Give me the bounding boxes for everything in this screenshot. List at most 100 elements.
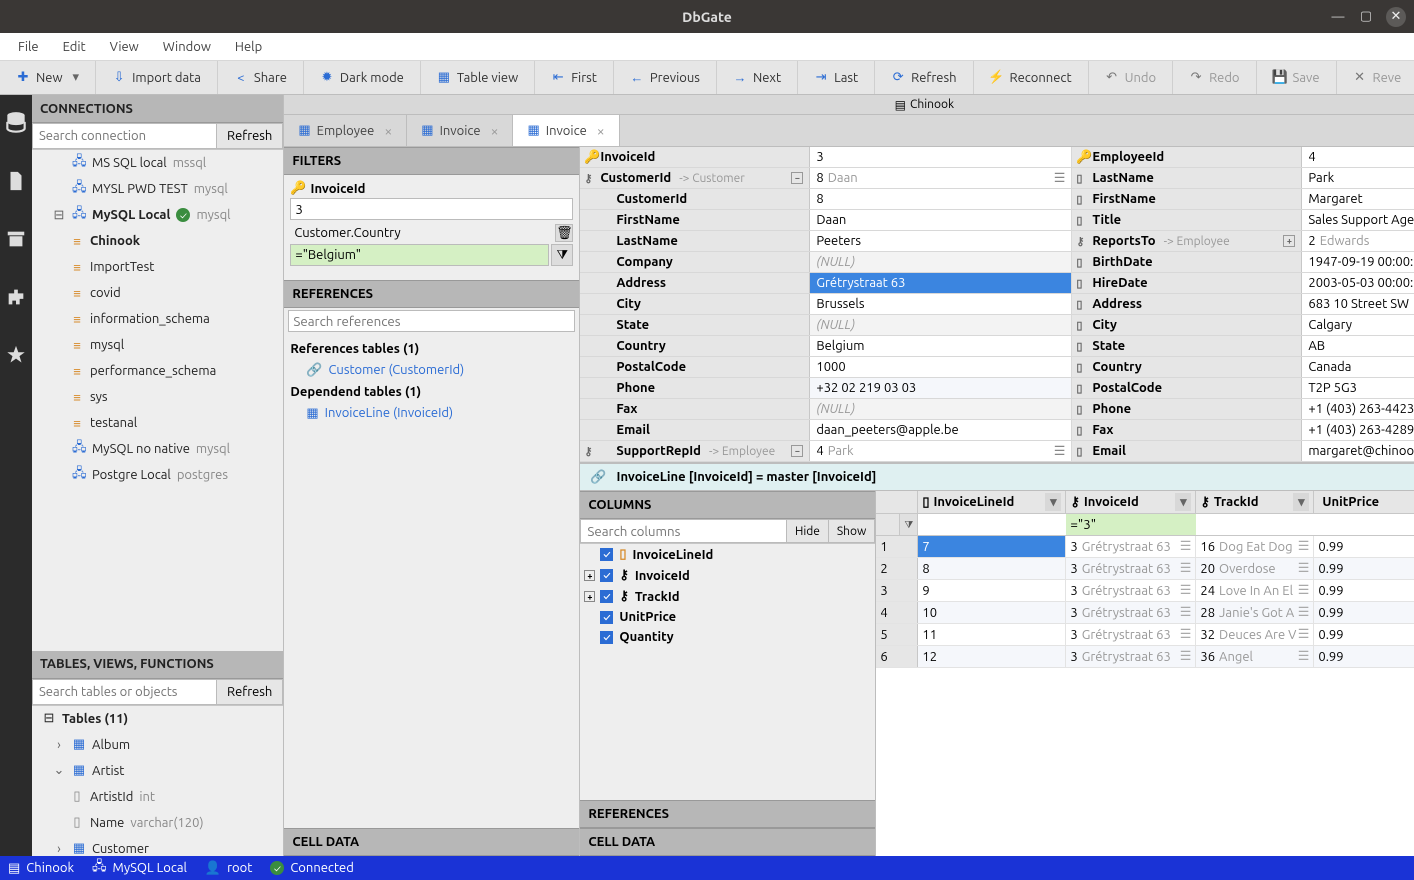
grid-header[interactable]: UnitPrice▾ bbox=[1314, 491, 1414, 513]
detail-row[interactable]: LastNamePeeters bbox=[580, 231, 1072, 252]
checkbox-icon[interactable]: ✓ bbox=[600, 631, 613, 644]
chevron-down-icon[interactable]: ▾ bbox=[1045, 493, 1061, 511]
grid-rownum[interactable]: 2 bbox=[876, 558, 918, 579]
menu-icon[interactable]: ☰ bbox=[1298, 627, 1310, 642]
editor-tab[interactable]: ▦Employee× bbox=[284, 115, 407, 146]
save-button[interactable]: 💾Save bbox=[1257, 61, 1337, 94]
tables-root[interactable]: ⊟Tables (11) bbox=[32, 706, 283, 732]
detail-row[interactable]: Fax(NULL) bbox=[580, 399, 1072, 420]
iconbar-plugin-icon[interactable] bbox=[0, 281, 32, 313]
column-toggle[interactable]: ✓Quantity bbox=[580, 627, 875, 647]
grid-cell[interactable]: 9 bbox=[918, 580, 1066, 601]
maximize-icon[interactable]: ▢ bbox=[1358, 9, 1374, 25]
database-item[interactable]: ≡covid bbox=[32, 280, 283, 306]
detail-value[interactable]: margaret@chinoo bbox=[1302, 441, 1414, 461]
chevron-down-icon[interactable]: ▾ bbox=[1293, 493, 1309, 511]
grid-cell[interactable]: 0.99 bbox=[1314, 536, 1414, 557]
detail-value[interactable]: Peeters bbox=[810, 231, 1071, 251]
detail-row[interactable]: AddressGrétrystraat 63 bbox=[580, 273, 1072, 294]
expand-icon[interactable]: − bbox=[791, 445, 803, 457]
new-button[interactable]: ✚New▾ bbox=[0, 61, 96, 94]
grid-cell[interactable]: 0.99 bbox=[1314, 624, 1414, 645]
status-db[interactable]: ▤Chinook bbox=[8, 861, 74, 876]
detail-value[interactable]: 1947-09-19 00:00: bbox=[1302, 252, 1414, 272]
connection-item[interactable]: 🖧MYSL PWD TEST mysql bbox=[32, 176, 283, 202]
detail-row[interactable]: ▯TitleSales Support Age bbox=[1072, 210, 1414, 231]
grid-cell[interactable]: 3Grétrystraat 63☰ bbox=[1066, 602, 1196, 623]
share-button[interactable]: <Share bbox=[218, 61, 304, 94]
columns-hide-button[interactable]: Hide bbox=[787, 519, 829, 543]
table-item[interactable]: ⌄▦Artist bbox=[32, 758, 283, 784]
grid-cell[interactable]: 32Deuces Are V☰ bbox=[1196, 624, 1314, 645]
collapse-icon[interactable]: ⊟ bbox=[42, 711, 56, 726]
detail-row[interactable]: ▯StateAB bbox=[1072, 336, 1414, 357]
import-button[interactable]: ⇩Import data bbox=[96, 61, 218, 94]
grid-cell[interactable]: 3Grétrystraat 63☰ bbox=[1066, 580, 1196, 601]
editor-tab[interactable]: ▦Invoice× bbox=[407, 115, 513, 146]
darkmode-button[interactable]: ✹Dark mode bbox=[304, 61, 421, 94]
detail-value[interactable]: Belgium bbox=[810, 336, 1071, 356]
checkbox-icon[interactable]: ✓ bbox=[600, 548, 613, 561]
detail-value[interactable]: 8 bbox=[810, 189, 1071, 209]
grid-cell[interactable]: 3Grétrystraat 63☰ bbox=[1066, 558, 1196, 579]
database-item[interactable]: ≡testanal bbox=[32, 410, 283, 436]
detail-value[interactable]: Grétrystraat 63 bbox=[810, 273, 1071, 293]
next-button[interactable]: →Next bbox=[717, 61, 798, 94]
connection-item[interactable]: 🖧MySQL no native mysql bbox=[32, 436, 283, 462]
detail-row[interactable]: ▯Fax+1 (403) 263-4289 bbox=[1072, 420, 1414, 441]
menu-icon[interactable]: ☰ bbox=[1180, 649, 1192, 664]
column-toggle[interactable]: +✓⚷TrackId bbox=[580, 586, 875, 607]
database-item[interactable]: ≡information_schema bbox=[32, 306, 283, 332]
detail-row[interactable]: ▯HireDate2003-05-03 00:00: bbox=[1072, 273, 1414, 294]
menu-icon[interactable]: ☰ bbox=[1180, 627, 1192, 642]
references-search-input[interactable] bbox=[288, 310, 575, 332]
menu-icon[interactable]: ☰ bbox=[1180, 561, 1192, 576]
detail-value[interactable]: 3 bbox=[810, 147, 1071, 167]
detail-row[interactable]: ▯LastNamePark bbox=[1072, 168, 1414, 189]
detail-value[interactable]: 683 10 Street SW bbox=[1302, 294, 1414, 314]
redo-button[interactable]: ↷Redo bbox=[1173, 61, 1256, 94]
grid-cell[interactable]: 20Overdose☰ bbox=[1196, 558, 1314, 579]
detail-row[interactable]: ▯CityCalgary bbox=[1072, 315, 1414, 336]
grid-rownum[interactable]: 4 bbox=[876, 602, 918, 623]
detail-row[interactable]: ▯BirthDate1947-09-19 00:00: bbox=[1072, 252, 1414, 273]
connections-search-input[interactable] bbox=[32, 123, 217, 149]
grid-row[interactable]: 3 9 3Grétrystraat 63☰ 24Love In An El☰ 0… bbox=[876, 580, 1414, 602]
checkbox-icon[interactable]: ✓ bbox=[600, 590, 613, 603]
grid-filter-cell[interactable]: ⧩ bbox=[1196, 514, 1314, 535]
database-item[interactable]: ≡mysql bbox=[32, 332, 283, 358]
menu-icon[interactable]: ☰ bbox=[1054, 444, 1066, 459]
detail-value[interactable]: 2Edwards bbox=[1302, 231, 1414, 251]
reference-link-invoiceline[interactable]: ▦InvoiceLine (InvoiceId) bbox=[290, 403, 573, 424]
editor-tab[interactable]: ▦Invoice× bbox=[513, 115, 619, 146]
detail-row[interactable]: ⚷CustomerId-> Customer−8Daan☰ bbox=[580, 168, 1072, 189]
column-toggle[interactable]: +✓⚷InvoiceId bbox=[580, 565, 875, 586]
grid-row[interactable]: 2 8 3Grétrystraat 63☰ 20Overdose☰ 0.99 1 bbox=[876, 558, 1414, 580]
detail-row[interactable]: ⚷ReportsTo-> Employee+2Edwards bbox=[1072, 231, 1414, 252]
grid-header[interactable]: ▯InvoiceLineId▾ bbox=[918, 491, 1066, 513]
detail-value[interactable]: Calgary bbox=[1302, 315, 1414, 335]
menu-icon[interactable]: ☰ bbox=[1298, 561, 1310, 576]
columns-show-button[interactable]: Show bbox=[829, 519, 875, 543]
db-tab-label[interactable]: Chinook bbox=[910, 98, 954, 111]
iconbar-star-icon[interactable] bbox=[0, 339, 32, 371]
detail-row[interactable]: CountryBelgium bbox=[580, 336, 1072, 357]
grid-cell[interactable]: 10 bbox=[918, 602, 1066, 623]
status-server[interactable]: 🖧MySQL Local bbox=[92, 857, 187, 879]
refresh-button[interactable]: ⟳Refresh bbox=[875, 61, 973, 94]
detail-row[interactable]: 🔑InvoiceId3 bbox=[580, 147, 1072, 168]
connections-refresh-button[interactable]: Refresh bbox=[217, 123, 283, 149]
filter-pk-input[interactable] bbox=[290, 198, 573, 220]
reference-link-customer[interactable]: 🔗Customer (CustomerId) bbox=[290, 360, 573, 381]
grid-filter-cell[interactable]: ⧩ bbox=[1066, 514, 1196, 535]
database-item[interactable]: ≡ImportTest bbox=[32, 254, 283, 280]
grid-rownum[interactable]: 3 bbox=[876, 580, 918, 601]
grid-cell[interactable]: 8 bbox=[918, 558, 1066, 579]
grid-cell[interactable]: 0.99 bbox=[1314, 646, 1414, 667]
grid-rownum[interactable]: 5 bbox=[876, 624, 918, 645]
menu-icon[interactable]: ☰ bbox=[1298, 539, 1310, 554]
detail-row[interactable]: CustomerId8 bbox=[580, 189, 1072, 210]
grid-cell[interactable]: 36Angel☰ bbox=[1196, 646, 1314, 667]
menu-icon[interactable]: ☰ bbox=[1298, 605, 1310, 620]
iconbar-database-icon[interactable] bbox=[0, 107, 32, 139]
